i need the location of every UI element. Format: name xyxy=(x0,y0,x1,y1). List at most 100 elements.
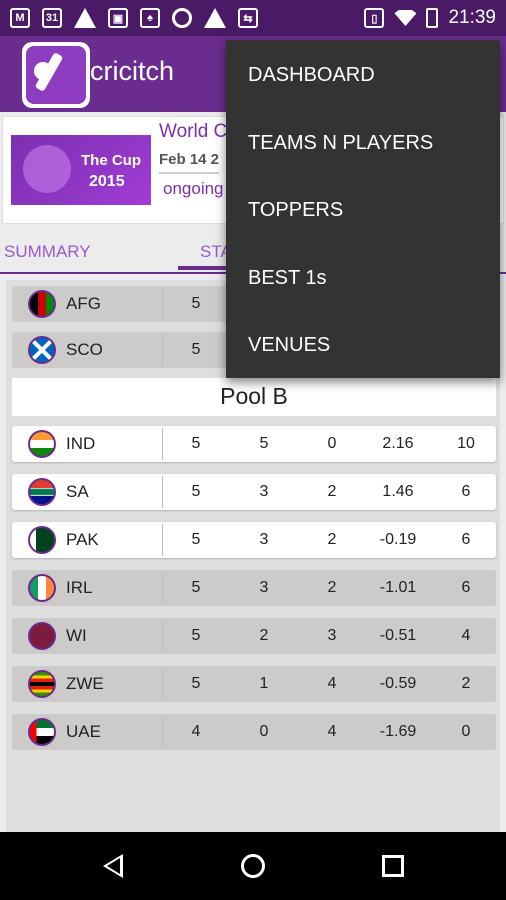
row-divider xyxy=(162,620,163,652)
points-cell: 10 xyxy=(457,435,475,452)
usb-icon: ⇆ xyxy=(238,8,258,28)
recent-apps-icon[interactable] xyxy=(382,855,404,877)
warning-icon xyxy=(204,8,226,28)
played-cell: 4 xyxy=(191,723,201,740)
nrr-cell: 1.46 xyxy=(382,483,414,500)
nrr-cell: -1.01 xyxy=(379,579,417,596)
app-title: cricitch xyxy=(90,56,175,86)
played-cell: 5 xyxy=(191,435,201,452)
played-cell: 5 xyxy=(191,579,201,596)
points-cell: 6 xyxy=(461,531,471,548)
menu-item-teams-n-players[interactable]: TEAMS N PLAYERS xyxy=(248,132,433,155)
row-divider xyxy=(162,572,163,604)
played-cell: 5 xyxy=(191,483,201,500)
table-row[interactable]: ZWE 5 1 4 -0.59 2 xyxy=(12,666,496,702)
nrr-cell: -0.59 xyxy=(379,675,417,692)
cricket-icon: ♠ xyxy=(140,8,160,28)
team-name: SCO xyxy=(66,340,103,359)
nrr-cell: 2.16 xyxy=(382,435,414,452)
team-name: ZWE xyxy=(66,674,104,693)
banner-line1: The Cup xyxy=(81,152,141,169)
won-cell: 3 xyxy=(259,579,269,596)
menu-item-best-1s[interactable]: BEST 1s xyxy=(248,267,327,290)
vibrate-icon: ▯ xyxy=(364,8,385,28)
lost-cell: 2 xyxy=(327,483,337,500)
scotland-flag-icon xyxy=(28,336,56,364)
played-cell: 5 xyxy=(191,627,201,644)
row-divider xyxy=(162,668,163,700)
row-divider xyxy=(162,476,163,508)
nrr-cell: -0.51 xyxy=(379,627,417,644)
table-row[interactable]: SA 5 3 2 1.46 6 xyxy=(12,474,496,510)
lost-cell: 4 xyxy=(327,675,337,692)
pakistan-flag-icon xyxy=(28,526,56,554)
wifi-icon xyxy=(394,10,417,26)
overflow-menu: DASHBOARD TEAMS N PLAYERS TOPPERS BEST 1… xyxy=(226,40,500,378)
team-name: AFG xyxy=(66,294,101,313)
played-cell: 5 xyxy=(191,675,201,692)
menu-item-venues[interactable]: VENUES xyxy=(248,334,330,357)
cup-banner-image: The Cup 2015 xyxy=(11,135,151,205)
calendar-icon: 31 xyxy=(42,8,62,28)
row-divider xyxy=(162,288,163,320)
menu-item-dashboard[interactable]: DASHBOARD xyxy=(248,64,375,87)
won-cell: 1 xyxy=(259,675,269,692)
uae-flag-icon xyxy=(28,718,56,746)
won-cell: 5 xyxy=(259,435,269,452)
pool-header: Pool B xyxy=(12,378,496,416)
app-logo[interactable] xyxy=(22,42,90,108)
won-cell: 0 xyxy=(259,723,269,740)
status-bar: M 31 ▣ ♠ ⇆ ▯ 21:39 xyxy=(0,0,506,36)
west-indies-flag-icon xyxy=(28,622,56,650)
home-icon[interactable] xyxy=(241,854,265,878)
afghanistan-flag-icon xyxy=(28,290,56,318)
team-name: UAE xyxy=(66,722,101,741)
photo-icon: ▣ xyxy=(108,8,128,28)
tab-summary[interactable]: SUMMARY xyxy=(4,242,91,262)
row-divider xyxy=(162,428,163,460)
clock: 21:39 xyxy=(448,7,496,28)
south-africa-flag-icon xyxy=(28,478,56,506)
banner-line2: 2015 xyxy=(89,173,125,190)
ireland-flag-icon xyxy=(28,574,56,602)
table-row[interactable]: WI 5 2 3 -0.51 4 xyxy=(12,618,496,654)
points-cell: 6 xyxy=(461,579,471,596)
lost-cell: 3 xyxy=(327,627,337,644)
row-divider xyxy=(162,334,163,366)
battery-icon xyxy=(426,8,439,28)
cricket-ball-icon xyxy=(23,145,71,193)
points-cell: 6 xyxy=(461,483,471,500)
gmail-icon: M xyxy=(10,8,30,28)
lost-cell: 2 xyxy=(327,531,337,548)
chrome-icon xyxy=(172,8,192,28)
team-name: WI xyxy=(66,626,87,645)
zimbabwe-flag-icon xyxy=(28,670,56,698)
tournament-date: Feb 14 2 xyxy=(159,151,220,174)
navigation-bar xyxy=(0,832,506,900)
warning-icon xyxy=(74,8,96,28)
team-name: PAK xyxy=(66,530,99,549)
nrr-cell: -0.19 xyxy=(379,531,417,548)
won-cell: 3 xyxy=(259,483,269,500)
nrr-cell: -1.69 xyxy=(379,723,417,740)
won-cell: 3 xyxy=(259,531,269,548)
row-divider xyxy=(162,524,163,556)
played-cell: 5 xyxy=(191,341,201,358)
back-icon[interactable] xyxy=(103,854,123,878)
table-row[interactable]: UAE 4 0 4 -1.69 0 xyxy=(12,714,496,750)
team-name: SA xyxy=(66,482,89,501)
menu-item-toppers[interactable]: TOPPERS xyxy=(248,199,343,222)
played-cell: 5 xyxy=(191,295,201,312)
india-flag-icon xyxy=(28,430,56,458)
row-divider xyxy=(162,716,163,748)
lost-cell: 2 xyxy=(327,579,337,596)
points-cell: 0 xyxy=(461,723,471,740)
points-cell: 2 xyxy=(461,675,471,692)
team-name: IND xyxy=(66,434,96,453)
table-row[interactable]: IND 5 5 0 2.16 10 xyxy=(12,426,496,462)
table-row[interactable]: IRL 5 3 2 -1.01 6 xyxy=(12,570,496,606)
team-name: IRL xyxy=(66,578,93,597)
tournament-title: World C xyxy=(159,121,228,142)
table-row[interactable]: PAK 5 3 2 -0.19 6 xyxy=(12,522,496,558)
tournament-status: ongoing xyxy=(163,179,224,198)
